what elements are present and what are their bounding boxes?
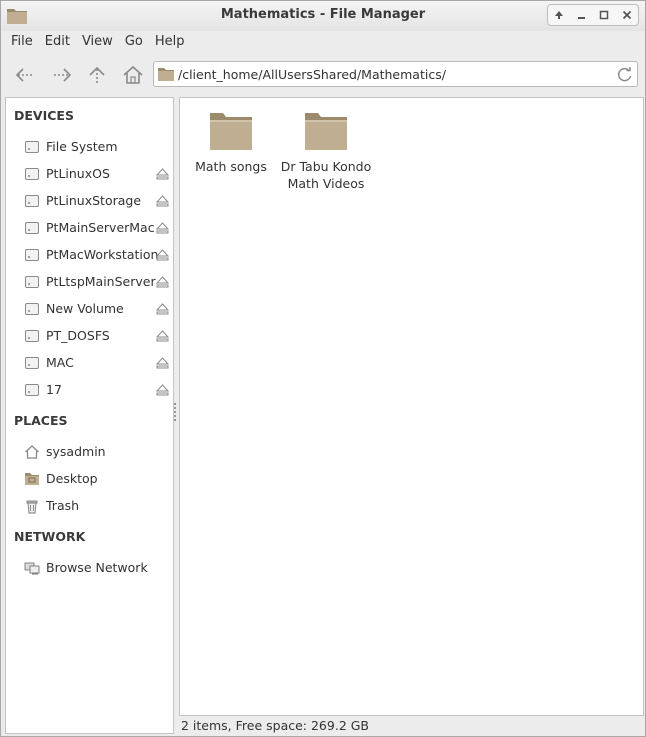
pane-splitter[interactable]	[173, 401, 177, 427]
home-icon	[25, 445, 39, 459]
sidebar-item-label: File System	[46, 139, 118, 154]
sidebar-item-mac[interactable]: MAC	[6, 351, 173, 375]
sidebar-item-ptlinuxstorage[interactable]: PtLinuxStorage	[6, 189, 173, 213]
toolbar: /client_home/AllUsersShared/Mathematics/	[1, 57, 645, 91]
up-button[interactable]	[83, 61, 111, 89]
sidebar-item-label: PtMacWorkstation	[46, 247, 159, 262]
sidebar-item-label: Desktop	[46, 471, 98, 486]
sidebar-item-trash[interactable]: Trash	[6, 494, 173, 518]
sidebar-item-desktop[interactable]: Desktop	[6, 467, 173, 491]
location-bar[interactable]: /client_home/AllUsersShared/Mathematics/	[153, 61, 638, 87]
drive-icon	[25, 222, 39, 234]
file-manager-window: Mathematics - File Manager File Edit Vie…	[0, 0, 646, 737]
sidebar-item-browse-network[interactable]: Browse Network	[6, 556, 173, 580]
folder-icon	[210, 113, 252, 150]
title-bar[interactable]: Mathematics - File Manager	[1, 1, 645, 31]
home-button[interactable]	[119, 61, 147, 89]
folder-label: Math songs	[195, 159, 267, 174]
folder-item-dr-tabu-kondo[interactable]: Dr Tabu Kondo Math Videos	[276, 110, 376, 192]
devices-header: DEVICES	[14, 108, 74, 123]
back-button[interactable]	[11, 61, 39, 89]
eject-icon[interactable]	[156, 194, 169, 207]
sidebar-item-label: PtLinuxStorage	[46, 193, 142, 208]
sidebar-item-label: PtLtspMainServer	[46, 274, 156, 289]
back-arrow-icon	[15, 68, 33, 82]
drive-icon	[25, 384, 39, 396]
eject-icon[interactable]	[156, 248, 169, 261]
close-button[interactable]	[618, 6, 636, 24]
sidebar-item-pt-dosfs[interactable]: PT_DOSFS	[6, 324, 173, 348]
minimize-icon	[577, 17, 585, 19]
eject-icon[interactable]	[156, 221, 169, 234]
sidebar-item-sysadmin[interactable]: sysadmin	[6, 440, 173, 464]
trash-icon	[26, 500, 38, 514]
eject-icon[interactable]	[156, 356, 169, 369]
folder-item-math-songs[interactable]: Math songs	[181, 110, 281, 175]
sidebar-item-label: New Volume	[46, 301, 124, 316]
sidebar-item-label: PT_DOSFS	[46, 328, 110, 343]
desktop-folder-icon	[25, 473, 39, 485]
maximize-icon	[600, 10, 609, 20]
menu-file[interactable]: File	[6, 31, 38, 53]
drive-icon	[25, 357, 39, 369]
eject-icon[interactable]	[156, 302, 169, 315]
sidebar-item-17[interactable]: 17	[6, 378, 173, 402]
eject-icon[interactable]	[156, 167, 169, 180]
drive-icon	[25, 276, 39, 288]
folder-label: Dr Tabu Kondo Math Videos	[280, 159, 372, 191]
up-arrow-icon	[89, 66, 105, 83]
sidebar-item-label: 17	[46, 382, 62, 397]
menu-help[interactable]: Help	[150, 31, 190, 53]
sidebar-item-label: PtMainServerMac	[46, 220, 155, 235]
menu-edit[interactable]: Edit	[40, 31, 75, 53]
reload-icon[interactable]	[616, 66, 633, 83]
home-icon	[123, 65, 143, 84]
sidebar-item-label: MAC	[46, 355, 74, 370]
status-bar: 2 items, Free space: 269.2 GB	[181, 718, 370, 733]
drive-icon	[25, 330, 39, 342]
up-icon	[555, 11, 564, 19]
forward-arrow-icon	[54, 68, 72, 82]
sidebar-item-ptmainservermac[interactable]: PtMainServerMac	[6, 216, 173, 240]
minimize-button[interactable]	[573, 6, 591, 24]
sidebar-item-ptmacworkstation[interactable]: PtMacWorkstation	[6, 243, 173, 267]
eject-icon[interactable]	[156, 275, 169, 288]
sidebar-item-ptltspmainserver[interactable]: PtLtspMainServer	[6, 270, 173, 294]
shade-button[interactable]	[550, 6, 568, 24]
sidebar-item-label: Trash	[46, 498, 80, 513]
folder-icon	[158, 68, 174, 81]
drive-icon	[25, 195, 39, 207]
folder-icon	[305, 113, 347, 150]
drive-icon	[25, 168, 39, 180]
drive-icon	[25, 141, 39, 153]
menu-view[interactable]: View	[77, 31, 118, 53]
places-header: PLACES	[14, 413, 68, 428]
drive-icon	[25, 303, 39, 315]
menu-go[interactable]: Go	[120, 31, 148, 53]
network-header: NETWORK	[14, 529, 86, 544]
sidebar-item-label: Browse Network	[46, 560, 148, 575]
sidebar-item-label: PtLinuxOS	[46, 166, 110, 181]
sidebar-item-ptlinuxos[interactable]: PtLinuxOS	[6, 162, 173, 186]
maximize-button[interactable]	[595, 6, 613, 24]
menu-bar: File Edit View Go Help	[1, 31, 645, 53]
file-view: Math songs Dr Tabu Kondo Math Videos	[179, 97, 644, 716]
sidebar-item-new-volume[interactable]: New Volume	[6, 297, 173, 321]
sidebar: DEVICES File System PtLinuxOS PtLinuxSto…	[5, 97, 174, 734]
eject-icon[interactable]	[156, 329, 169, 342]
eject-icon[interactable]	[156, 383, 169, 396]
sidebar-item-file-system[interactable]: File System	[6, 135, 173, 159]
sidebar-item-label: sysadmin	[46, 444, 106, 459]
location-path: /client_home/AllUsersShared/Mathematics/	[178, 67, 446, 82]
drive-icon	[25, 249, 39, 261]
network-icon	[24, 562, 40, 575]
window-controls	[547, 4, 639, 26]
forward-button[interactable]	[48, 61, 76, 89]
close-icon	[622, 10, 631, 20]
